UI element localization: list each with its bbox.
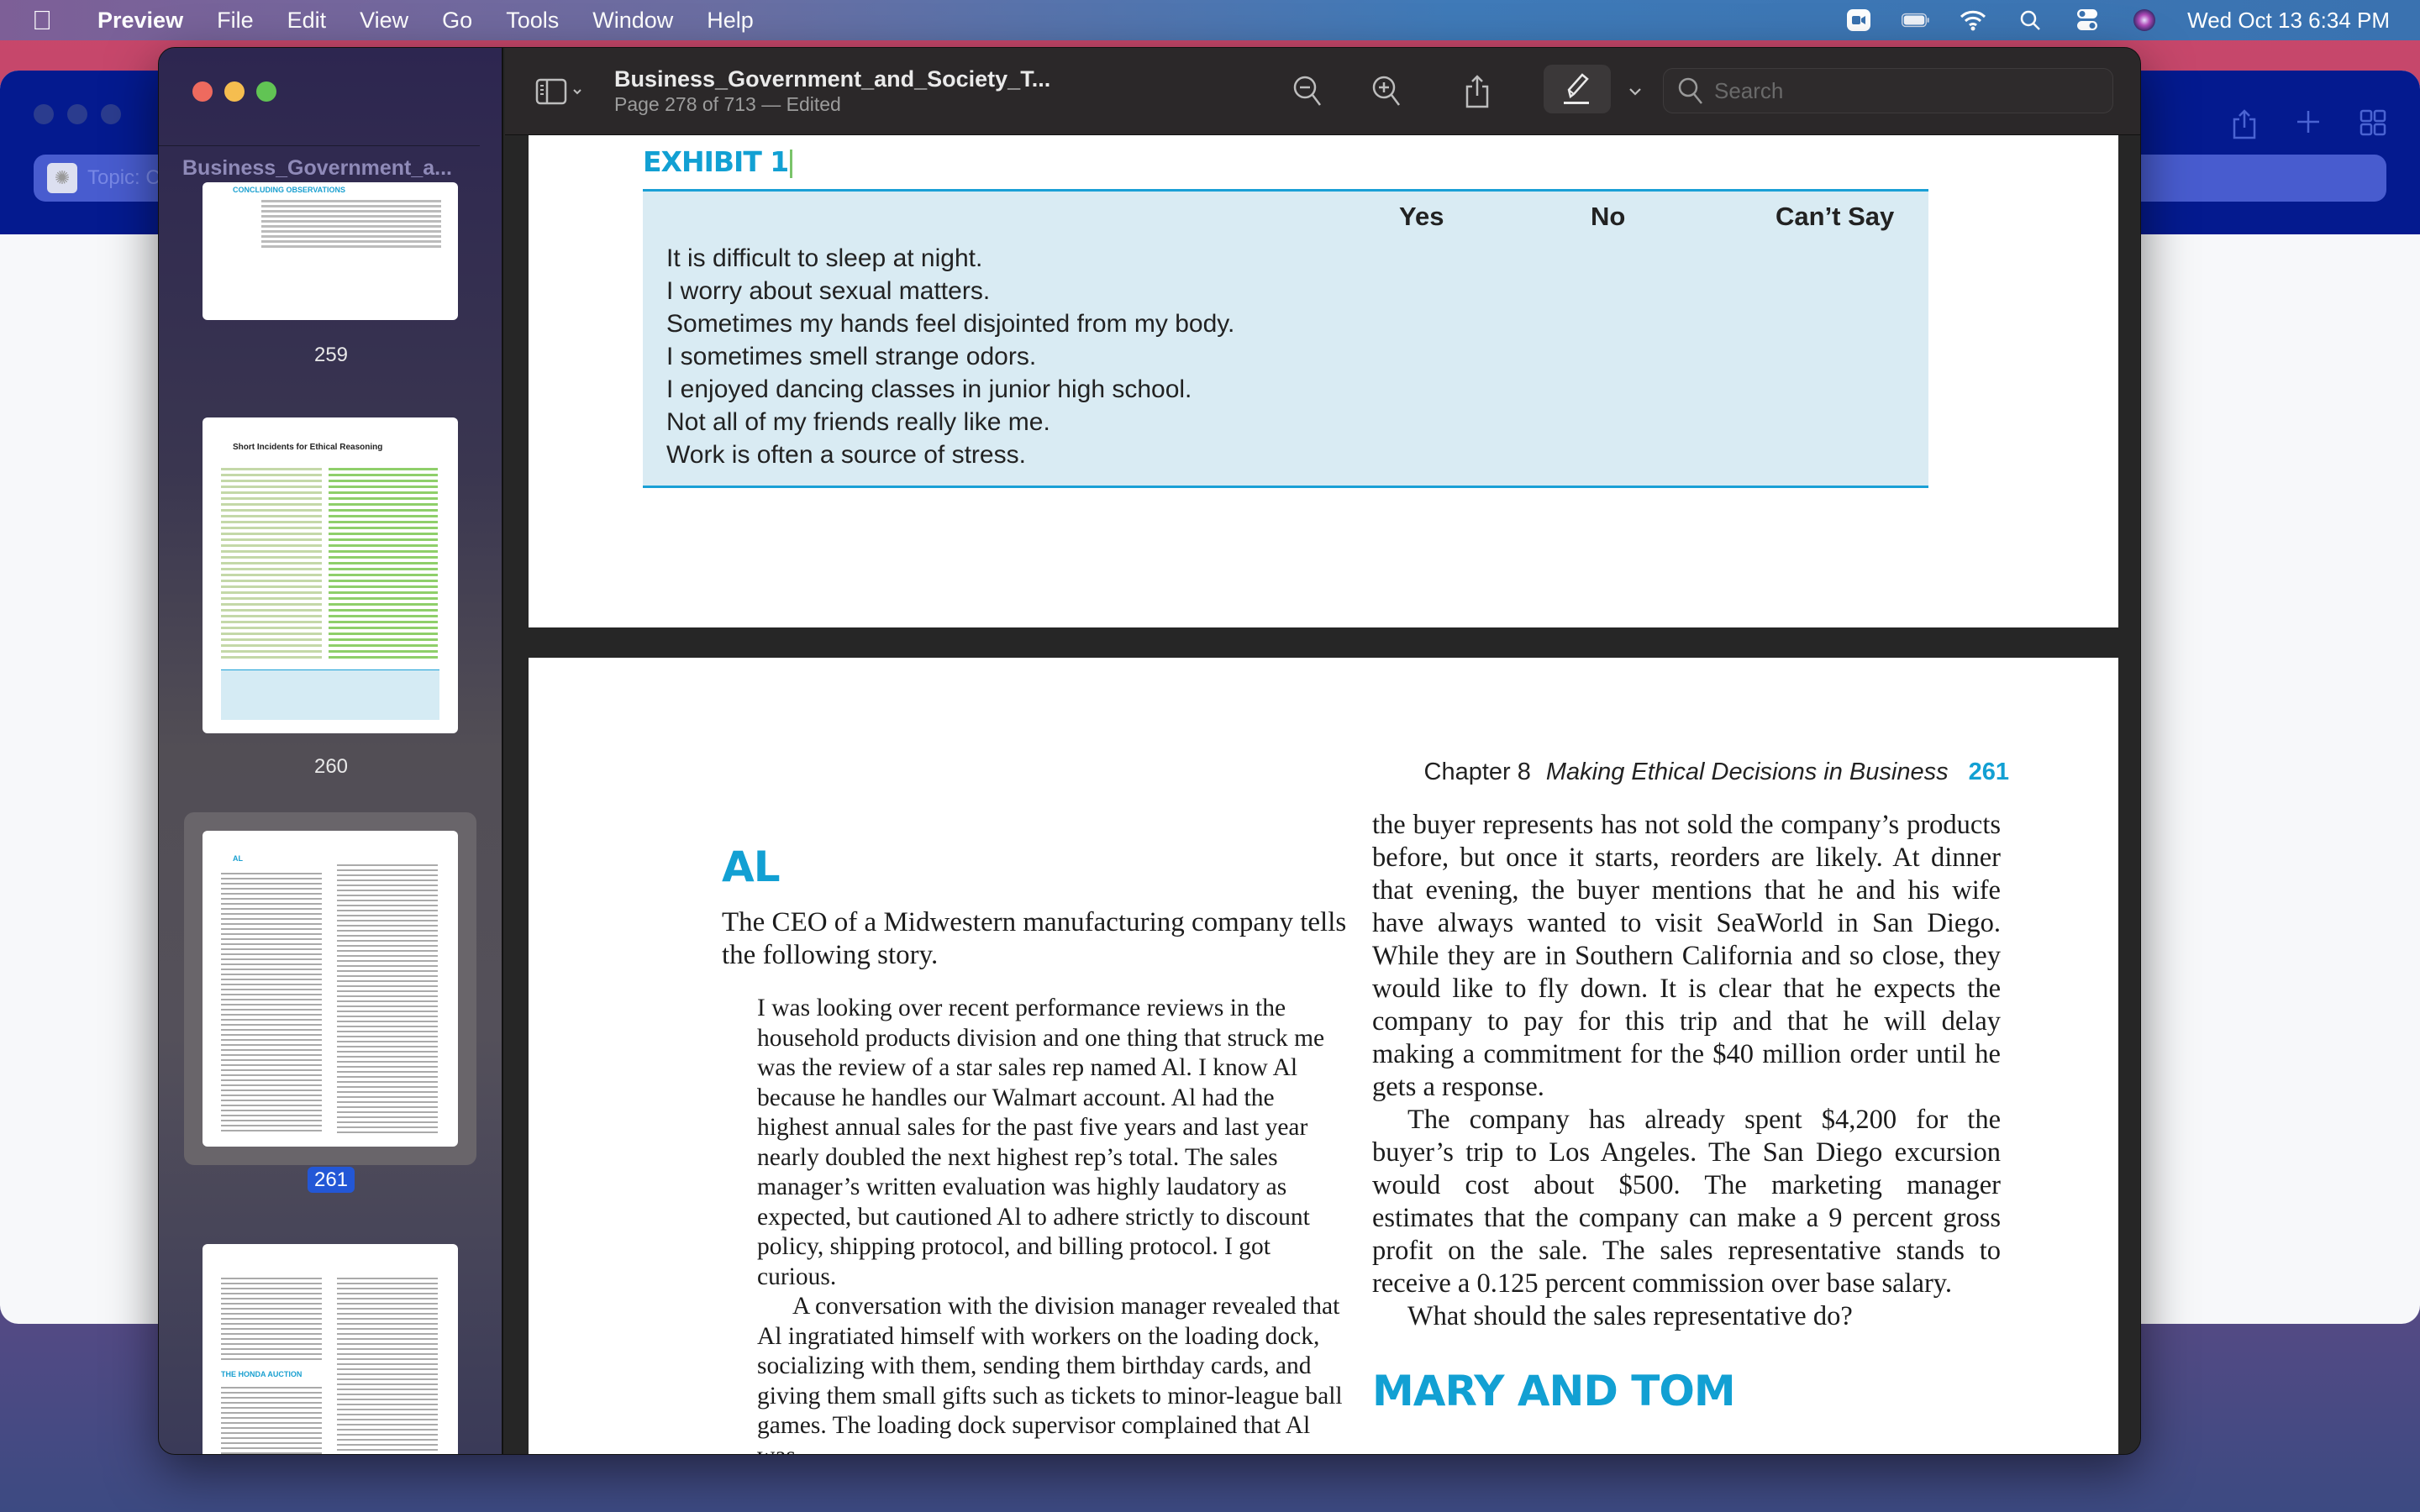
menu-app-preview[interactable]: Preview xyxy=(97,8,183,34)
page-number: 261 xyxy=(1968,759,2009,785)
zoom-out-button[interactable] xyxy=(1286,70,1328,113)
thumbnail-heading: Short Incidents for Ethical Reasoning xyxy=(233,443,383,452)
pdf-page-260: EXHIBIT 1 Yes No Can’t Say It is difficu… xyxy=(529,135,2118,627)
menu-tools[interactable]: Tools xyxy=(506,8,559,34)
canvas-logo-icon: ✺ xyxy=(47,163,77,193)
running-head-title: Making Ethical Decisions in Business xyxy=(1545,759,1949,785)
sidebar-document-title: Business_Government_a... xyxy=(159,145,480,181)
page-thumbnail-261[interactable]: AL xyxy=(203,831,458,1147)
search-input[interactable] xyxy=(1714,77,2084,104)
running-head: Chapter 8 Making Ethical Decisions in Bus… xyxy=(1424,759,2009,786)
menu-window[interactable]: Window xyxy=(592,8,673,34)
body-paragraph: The company has already spent $4,200 for… xyxy=(1372,1105,2001,1299)
exhibit-column-yes: Yes xyxy=(1399,202,1444,231)
exhibit-row: Sometimes my hands feel disjointed from … xyxy=(666,310,1235,338)
battery-icon[interactable] xyxy=(1902,8,1930,32)
thumbnail-heading: AL xyxy=(233,854,243,863)
document-page-status: Page 278 of 713 — Edited xyxy=(614,93,841,115)
page-thumbnail-260[interactable]: Short Incidents for Ethical Reasoning xyxy=(203,417,458,733)
preview-window: Business_Government_a... CONCLUDING OBSE… xyxy=(158,47,2141,1455)
page-thumbnail-259[interactable]: CONCLUDING OBSERVATIONS xyxy=(203,182,458,320)
thumbnail-label-260: 260 xyxy=(313,755,349,778)
apple-menu-icon[interactable]:  xyxy=(32,5,81,36)
thumbnail-heading: CONCLUDING OBSERVATIONS xyxy=(233,186,346,194)
quote-paragraph: A conversation with the division manager… xyxy=(757,1293,1343,1454)
thumbnail-label-259: 259 xyxy=(313,344,349,366)
search-icon xyxy=(1678,77,1702,104)
zoom-video-icon[interactable] xyxy=(1844,8,1873,32)
text-cursor xyxy=(790,149,793,178)
search-field[interactable] xyxy=(1663,68,2113,113)
section-heading-al: AL xyxy=(722,843,781,891)
menu-edit[interactable]: Edit xyxy=(287,8,327,34)
share-icon[interactable] xyxy=(2232,109,2257,147)
siri-icon[interactable] xyxy=(2130,8,2159,32)
window-controls xyxy=(192,81,276,102)
body-paragraph: What should the sales representative do? xyxy=(1407,1301,1853,1331)
tab-overview-grid-icon[interactable] xyxy=(2360,109,2386,147)
zoom-in-button[interactable] xyxy=(1365,70,1407,113)
close-window-button[interactable] xyxy=(192,81,213,102)
exhibit-rows: It is difficult to sleep at night. I wor… xyxy=(666,242,1234,471)
right-column-text: the buyer represents has not sold the co… xyxy=(1372,809,2001,1333)
menu-file[interactable]: File xyxy=(217,8,254,34)
page-thumbnail-262[interactable]: THE HONDA AUCTION xyxy=(203,1244,458,1454)
wifi-icon[interactable] xyxy=(1959,8,1987,32)
section-heading-mary-and-tom: MARY AND TOM xyxy=(1372,1367,1736,1415)
document-title: Business_Government_and_Society_T... xyxy=(614,66,1051,92)
left-column: AL The CEO of a Midwestern manufacturing… xyxy=(722,843,1360,1454)
thumbnail-sidebar[interactable]: Business_Government_a... CONCLUDING OBSE… xyxy=(159,48,503,1454)
control-center-icon[interactable] xyxy=(2073,8,2102,32)
sidebar-toggle-button[interactable] xyxy=(530,70,591,113)
exhibit-row: Not all of my friends really like me. xyxy=(666,408,1050,436)
thumbnail-heading: THE HONDA AUCTION xyxy=(221,1370,302,1378)
clock-datetime[interactable]: Wed Oct 13 6:34 PM xyxy=(2187,8,2390,34)
exhibit-row: I worry about sexual matters. xyxy=(666,277,991,305)
menu-help[interactable]: Help xyxy=(707,8,754,34)
body-paragraph: the buyer represents has not sold the co… xyxy=(1372,810,2001,1102)
markup-options-chevron-icon[interactable] xyxy=(1623,70,1648,113)
quote-paragraph: I was looking over recent performance re… xyxy=(757,995,1325,1290)
minimize-window-button[interactable] xyxy=(224,81,245,102)
intro-paragraph: The CEO of a Midwestern manufacturing co… xyxy=(722,907,1347,970)
background-window-traffic-lights xyxy=(34,104,121,124)
exhibit-row: I enjoyed dancing classes in junior high… xyxy=(666,375,1192,403)
right-column: the buyer represents has not sold the co… xyxy=(1372,809,2001,1415)
exhibit-column-no: No xyxy=(1591,202,1626,231)
document-view[interactable]: EXHIBIT 1 Yes No Can’t Say It is difficu… xyxy=(505,135,2140,1454)
menu-view[interactable]: View xyxy=(360,8,408,34)
exhibit-row: It is difficult to sleep at night. xyxy=(666,244,983,272)
block-quote: I was looking over recent performance re… xyxy=(757,994,1345,1454)
exhibit-column-cant-say: Can’t Say xyxy=(1776,202,1895,231)
thumbnail-label-261: 261 xyxy=(159,1167,503,1193)
menu-bar:  Preview File Edit View Go Tools Window… xyxy=(0,0,2420,40)
running-head-chapter: Chapter 8 xyxy=(1423,759,1531,785)
exhibit-title: EXHIBIT 1 xyxy=(643,145,793,178)
toolbar: Business_Government_and_Society_T... Pag… xyxy=(505,48,2140,135)
exhibit-row: I sometimes smell strange odors. xyxy=(666,343,1037,370)
share-button[interactable] xyxy=(1456,70,1498,113)
spotlight-search-icon[interactable] xyxy=(2016,8,2044,32)
pdf-page-261: Chapter 8 Making Ethical Decisions in Bus… xyxy=(529,658,2118,1454)
fullscreen-window-button[interactable] xyxy=(256,81,276,102)
tab-title: Topic: C xyxy=(87,166,160,189)
new-tab-plus-icon[interactable] xyxy=(2296,109,2321,147)
highlight-markup-button[interactable] xyxy=(1544,65,1611,113)
menu-go[interactable]: Go xyxy=(442,8,472,34)
exhibit-table: Yes No Can’t Say It is difficult to slee… xyxy=(643,189,1928,488)
exhibit-row: Work is often a source of stress. xyxy=(666,441,1026,469)
